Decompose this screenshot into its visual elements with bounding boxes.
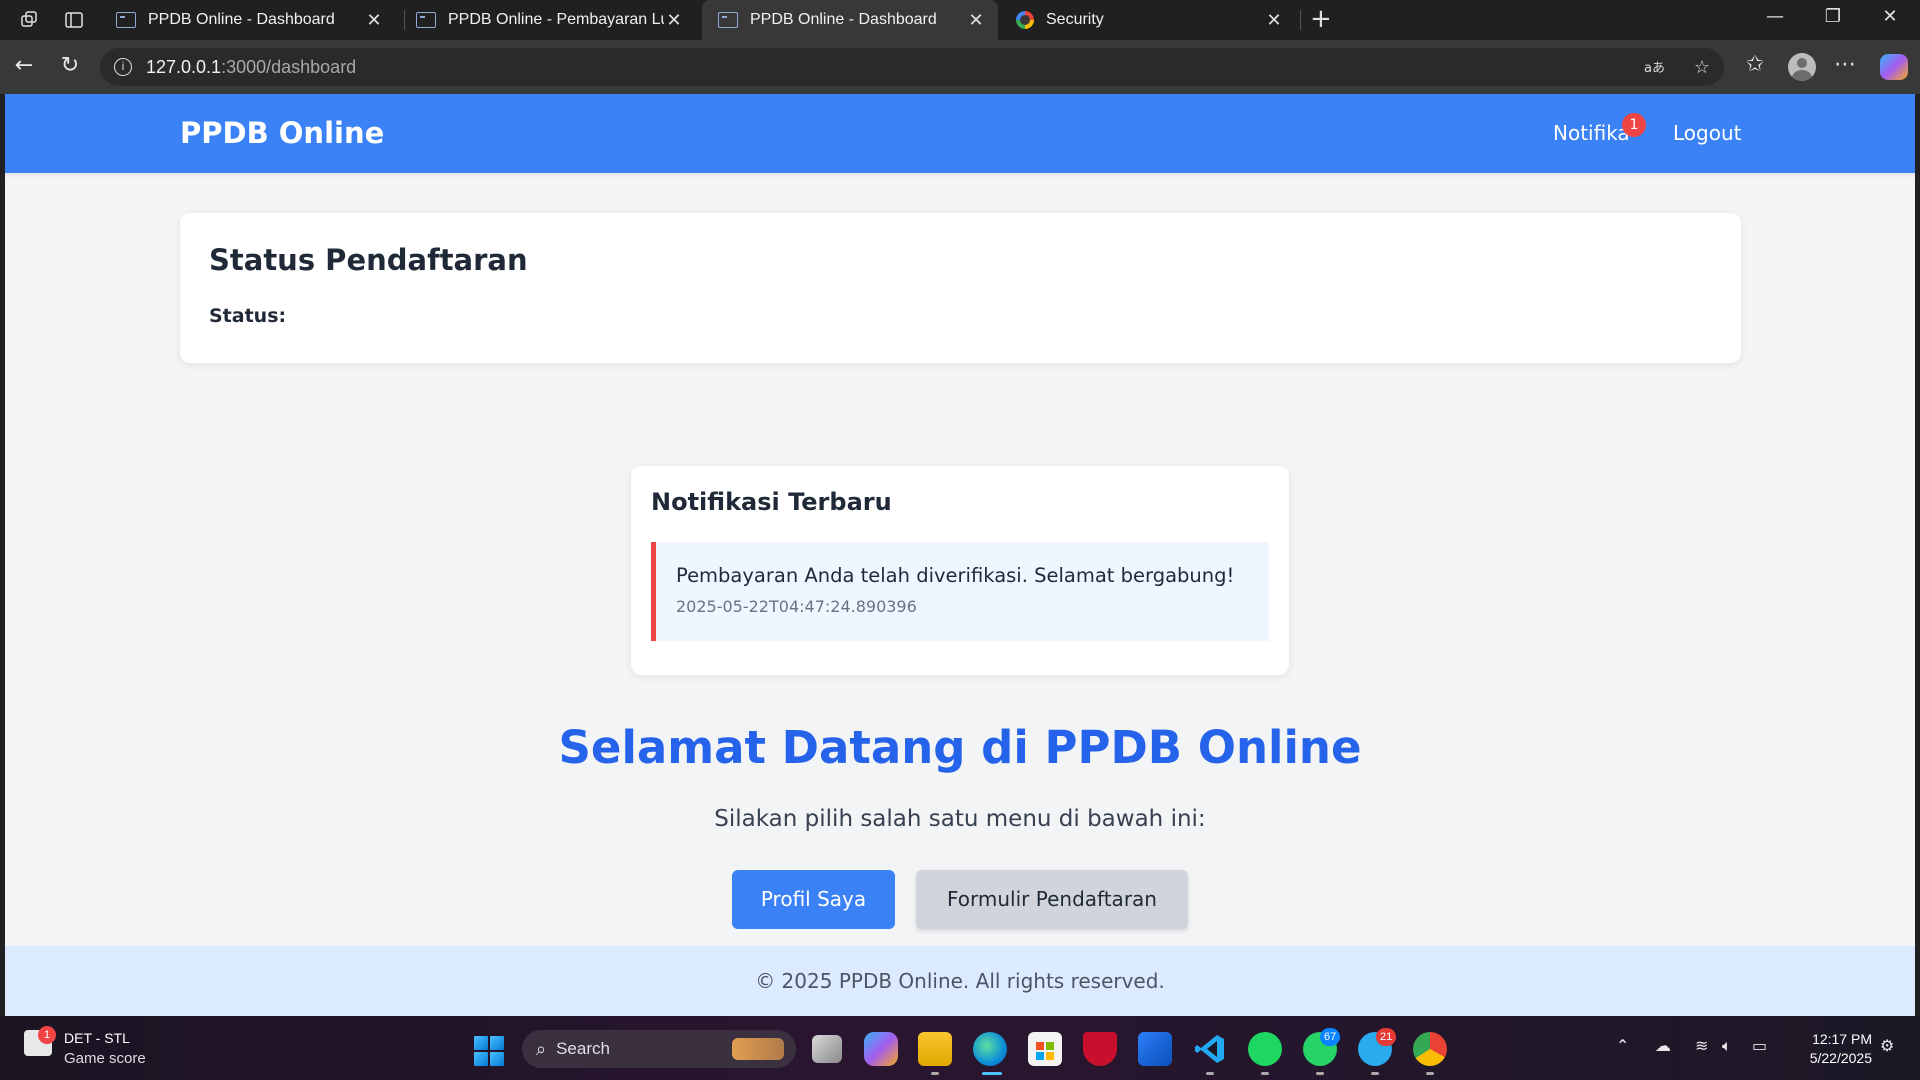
telegram-badge: 21 <box>1376 1028 1397 1046</box>
game-widget-badge: 1 <box>38 1026 56 1044</box>
page-favicon-icon <box>116 12 136 28</box>
close-tab-icon[interactable]: ✕ <box>664 10 684 31</box>
running-indicator <box>931 1072 939 1075</box>
refresh-icon[interactable]: ↻ <box>56 53 84 78</box>
notifications-link[interactable]: Notifika <box>1553 121 1630 145</box>
tab-pembayaran-lunas[interactable]: PPDB Online - Pembayaran Lunas ✕ <box>400 0 696 40</box>
tab-security[interactable]: Security ✕ <box>1000 0 1296 40</box>
favorite-star-icon[interactable]: ☆ <box>1694 48 1710 86</box>
windows-taskbar: 1 DET - STL Game score ⌕ Search 67 21 ⌃ … <box>0 1016 1920 1080</box>
address-bar[interactable]: i 127.0.0.1:3000/dashboard aあ ☆ <box>100 48 1724 86</box>
tab-title: Security <box>1046 11 1104 28</box>
more-options-icon[interactable]: ⋯ <box>1830 52 1860 77</box>
workspaces-icon[interactable] <box>18 8 42 32</box>
running-indicator <box>1261 1072 1269 1075</box>
profile-button[interactable]: Profil Saya <box>732 870 895 929</box>
start-windows-icon[interactable] <box>474 1036 504 1066</box>
clock-date: 5/22/2025 <box>1809 1050 1872 1066</box>
spotify-icon[interactable] <box>1248 1032 1282 1066</box>
welcome-subtitle: Silakan pilih salah satu menu di bawah i… <box>714 806 1206 832</box>
running-indicator <box>1426 1072 1434 1075</box>
notification-timestamp: 2025-05-22T04:47:24.890396 <box>676 597 917 616</box>
page-favicon-icon <box>718 12 738 28</box>
tab-title: PPDB Online - Dashboard <box>750 11 937 28</box>
notification-item: Pembayaran Anda telah diverifikasi. Sela… <box>651 542 1269 641</box>
clock-time: 12:17 PM <box>1812 1031 1872 1047</box>
taskbar-search-label: Search <box>556 1039 610 1058</box>
search-highlight-icon <box>732 1038 784 1060</box>
notifications-card-title: Notifikasi Terbaru <box>651 488 892 516</box>
profile-avatar-icon[interactable] <box>1788 53 1816 81</box>
status-card: Status Pendaftaran Status: <box>180 213 1741 363</box>
close-window-icon[interactable]: ✕ <box>1870 6 1910 27</box>
microsoft-store-icon[interactable] <box>1028 1032 1062 1066</box>
restore-icon[interactable]: ❐ <box>1813 6 1853 27</box>
tab-dashboard-active[interactable]: PPDB Online - Dashboard ✕ <box>702 0 998 40</box>
copilot-app-icon[interactable] <box>864 1032 898 1066</box>
favorites-icon[interactable]: ✩ <box>1740 52 1770 77</box>
status-card-title: Status Pendaftaran <box>209 243 528 277</box>
vertical-tabs-icon[interactable] <box>62 8 86 32</box>
site-info-icon[interactable]: i <box>114 58 132 76</box>
taskbar-search[interactable]: ⌕ Search <box>522 1030 796 1068</box>
game-widget-subtitle[interactable]: Game score <box>64 1050 146 1067</box>
battery-icon[interactable]: ▭ <box>1752 1036 1767 1055</box>
notifications-card: Notifikasi Terbaru Pembayaran Anda telah… <box>631 466 1289 675</box>
browser-tab-bar: PPDB Online - Dashboard ✕ PPDB Online - … <box>0 0 1920 40</box>
close-tab-icon[interactable]: ✕ <box>364 10 384 31</box>
welcome-heading: Selamat Datang di PPDB Online <box>558 721 1362 774</box>
page-viewport: PPDB Online Notifika 1 Logout Status Pen… <box>5 94 1915 1016</box>
game-widget-title[interactable]: DET - STL <box>64 1030 130 1046</box>
close-tab-icon[interactable]: ✕ <box>1264 10 1284 31</box>
notification-message: Pembayaran Anda telah diverifikasi. Sela… <box>676 564 1235 587</box>
google-favicon-icon <box>1016 11 1034 29</box>
back-arrow-icon[interactable]: ← <box>10 53 38 78</box>
file-explorer-icon[interactable] <box>918 1032 952 1066</box>
site-brand[interactable]: PPDB Online <box>180 116 384 150</box>
wifi-icon[interactable]: ≋ <box>1695 1036 1708 1055</box>
new-tab-icon[interactable]: + <box>1310 4 1332 34</box>
notification-count-badge: 1 <box>1622 113 1646 137</box>
tab-title: PPDB Online - Dashboard <box>148 11 335 28</box>
edge-browser-icon[interactable] <box>973 1032 1007 1066</box>
running-indicator <box>1316 1072 1324 1075</box>
tab-dashboard-1[interactable]: PPDB Online - Dashboard ✕ <box>100 0 396 40</box>
notification-center-icon[interactable]: ⚙ <box>1880 1036 1894 1055</box>
active-indicator <box>982 1072 1002 1075</box>
azure-data-studio-icon[interactable] <box>1138 1032 1172 1066</box>
registration-form-button[interactable]: Formulir Pendaftaran <box>916 870 1188 929</box>
url-path: :3000/dashboard <box>221 56 357 77</box>
tab-title: PPDB Online - Pembayaran Lunas <box>448 11 664 28</box>
onedrive-cloud-icon[interactable]: ☁ <box>1655 1036 1671 1055</box>
running-indicator <box>1206 1072 1214 1075</box>
read-aloud-icon[interactable]: aあ <box>1644 48 1666 86</box>
search-icon: ⌕ <box>536 1038 547 1059</box>
volume-icon[interactable]: 🔈︎ <box>1722 1036 1732 1056</box>
whatsapp-badge: 67 <box>1320 1028 1341 1046</box>
running-indicator <box>1371 1072 1379 1075</box>
page-favicon-icon <box>416 12 436 28</box>
svg-text:aあ: aあ <box>1644 61 1665 76</box>
site-footer: © 2025 PPDB Online. All rights reserved. <box>5 946 1915 1016</box>
minimize-icon[interactable]: — <box>1755 6 1795 27</box>
logout-link[interactable]: Logout <box>1673 121 1741 145</box>
chrome-icon[interactable] <box>1413 1032 1447 1066</box>
vscode-icon[interactable] <box>1193 1032 1227 1066</box>
copilot-icon[interactable] <box>1880 54 1908 80</box>
site-navbar: PPDB Online Notifika 1 Logout <box>5 94 1915 173</box>
tab-divider <box>1300 10 1301 30</box>
task-view-icon[interactable] <box>812 1035 842 1063</box>
system-clock[interactable]: 12:17 PM 5/22/2025 <box>1780 1030 1872 1068</box>
browser-toolbar: ← ↻ i 127.0.0.1:3000/dashboard aあ ☆ ✩ ⋯ <box>0 40 1920 94</box>
close-tab-icon[interactable]: ✕ <box>966 10 986 31</box>
mcafee-icon[interactable] <box>1083 1032 1117 1066</box>
url-host: 127.0.0.1 <box>146 56 222 77</box>
status-label: Status: <box>209 305 287 327</box>
show-hidden-icons-chevron-icon[interactable]: ⌃ <box>1616 1036 1629 1055</box>
